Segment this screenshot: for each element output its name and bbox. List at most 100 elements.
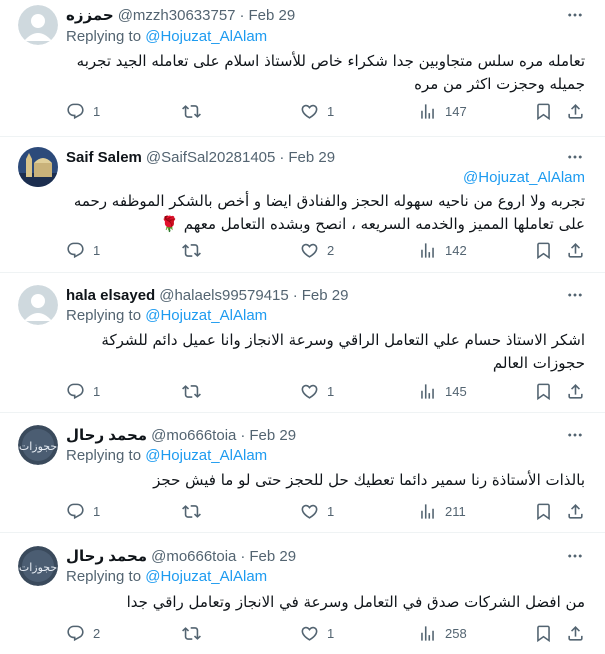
share-button[interactable]: [566, 381, 585, 401]
views-button[interactable]: 147: [418, 101, 467, 121]
bookmark-button[interactable]: [534, 240, 553, 260]
retweet-icon: [182, 502, 201, 521]
display-name[interactable]: محمد رحال: [66, 426, 147, 444]
tweet-card[interactable]: حجوزات محمد رحال @mo666toia · Feb 29 Rep…: [0, 533, 605, 654]
retweet-button[interactable]: [182, 501, 201, 521]
reply-button[interactable]: 1: [66, 381, 100, 401]
display-name[interactable]: hala elsayed: [66, 287, 155, 304]
reply-button[interactable]: 1: [66, 101, 100, 121]
tweet-card[interactable]: حجوزات محمد رحال @mo666toia · Feb 29 Rep…: [0, 413, 605, 533]
views-button[interactable]: 145: [418, 381, 467, 401]
views-count: 142: [445, 242, 467, 258]
user-handle[interactable]: @mo666toia: [151, 427, 236, 444]
views-icon: [418, 102, 437, 121]
bookmark-button[interactable]: [534, 101, 553, 121]
tweet-date[interactable]: Feb 29: [249, 548, 296, 565]
avatar[interactable]: [18, 5, 58, 45]
user-handle[interactable]: @mo666toia: [151, 548, 236, 565]
retweet-button[interactable]: [182, 381, 201, 401]
avatar[interactable]: حجوزات: [18, 425, 58, 465]
views-icon: [418, 624, 437, 643]
retweet-button[interactable]: [182, 240, 201, 260]
tweet-date[interactable]: Feb 29: [302, 287, 349, 304]
share-button[interactable]: [566, 240, 585, 260]
retweet-icon: [182, 624, 201, 643]
like-button[interactable]: 2: [300, 240, 334, 260]
more-icon[interactable]: [565, 285, 585, 305]
replying-label: Replying to: [66, 447, 142, 464]
replying-label: Replying to: [66, 568, 142, 585]
tweet-date[interactable]: Feb 29: [288, 149, 335, 166]
separator-dot: ·: [279, 148, 285, 166]
tweet-actions: 1 1 211: [66, 501, 585, 521]
bookmark-button[interactable]: [534, 623, 553, 643]
reply-button[interactable]: 1: [66, 240, 100, 260]
like-count: 1: [327, 383, 335, 399]
views-count: 147: [445, 103, 467, 119]
avatar[interactable]: [18, 285, 58, 325]
more-icon[interactable]: [565, 546, 585, 566]
retweet-button[interactable]: [182, 623, 201, 643]
tweet-date[interactable]: Feb 29: [249, 7, 296, 24]
separator-dot: ·: [292, 286, 298, 304]
more-icon[interactable]: [565, 425, 585, 445]
like-icon: [300, 502, 319, 521]
reply-count: 1: [93, 503, 101, 519]
user-handle[interactable]: @halaels99579415: [159, 287, 289, 304]
more-icon[interactable]: [565, 147, 585, 167]
like-button[interactable]: 1: [300, 381, 334, 401]
share-icon: [566, 382, 585, 401]
share-icon: [566, 502, 585, 521]
reply-button[interactable]: 1: [66, 501, 100, 521]
like-button[interactable]: 1: [300, 101, 334, 121]
reply-count: 2: [93, 625, 101, 641]
tweet-card[interactable]: حمززه @mzzh30633757 · Feb 29 Replying to…: [0, 0, 605, 137]
user-handle[interactable]: @SaifSal20281405: [146, 149, 276, 166]
like-count: 2: [327, 242, 335, 258]
display-name[interactable]: محمد رحال: [66, 547, 147, 565]
bookmark-button[interactable]: [534, 381, 553, 401]
views-button[interactable]: 142: [418, 240, 467, 260]
separator-dot: ·: [240, 547, 246, 565]
bookmark-icon: [534, 624, 553, 643]
bookmark-button[interactable]: [534, 501, 553, 521]
retweet-button[interactable]: [182, 101, 201, 121]
display-name[interactable]: Saif Salem: [66, 149, 142, 166]
like-count: 1: [327, 103, 335, 119]
replying-to: Replying to @Hojuzat_AlAlam: [66, 447, 267, 464]
tweet-header: محمد رحال @mo666toia · Feb 29: [66, 425, 296, 445]
share-button[interactable]: [566, 101, 585, 121]
tweet-actions: 1 1 145: [66, 381, 585, 401]
reply-count: 1: [93, 242, 101, 258]
user-handle[interactable]: @mzzh30633757: [118, 7, 236, 24]
reply-icon: [66, 502, 85, 521]
avatar[interactable]: [18, 147, 58, 187]
reply-button[interactable]: 2: [66, 623, 100, 643]
like-button[interactable]: 1: [300, 501, 334, 521]
tweet-header: حمززه @mzzh30633757 · Feb 29: [66, 5, 295, 25]
reply-mention-link[interactable]: @Hojuzat_AlAlam: [145, 447, 267, 464]
reply-icon: [66, 102, 85, 121]
views-button[interactable]: 211: [418, 501, 466, 521]
like-icon: [300, 241, 319, 260]
tweet-actions: 2 1 258: [66, 623, 585, 643]
retweet-icon: [182, 382, 201, 401]
like-button[interactable]: 1: [300, 623, 334, 643]
share-button[interactable]: [566, 501, 585, 521]
avatar[interactable]: حجوزات: [18, 546, 58, 586]
tweet-date[interactable]: Feb 29: [249, 427, 296, 444]
reply-mention-link[interactable]: @Hojuzat_AlAlam: [145, 307, 267, 324]
like-icon: [300, 382, 319, 401]
more-icon[interactable]: [565, 5, 585, 25]
tweet-header: hala elsayed @halaels99579415 · Feb 29: [66, 285, 348, 305]
tweet-card[interactable]: hala elsayed @halaels99579415 · Feb 29 R…: [0, 273, 605, 413]
views-button[interactable]: 258: [418, 623, 467, 643]
reply-mention-link[interactable]: @Hojuzat_AlAlam: [145, 568, 267, 585]
share-button[interactable]: [566, 623, 585, 643]
reply-mention-link[interactable]: @Hojuzat_AlAlam: [145, 28, 267, 45]
share-icon: [566, 624, 585, 643]
separator-dot: ·: [240, 426, 246, 444]
mention-link[interactable]: @Hojuzat_AlAlam: [463, 169, 585, 186]
tweet-card[interactable]: Saif Salem @SaifSal20281405 · Feb 29 @Ho…: [0, 137, 605, 273]
display-name[interactable]: حمززه: [66, 6, 114, 24]
